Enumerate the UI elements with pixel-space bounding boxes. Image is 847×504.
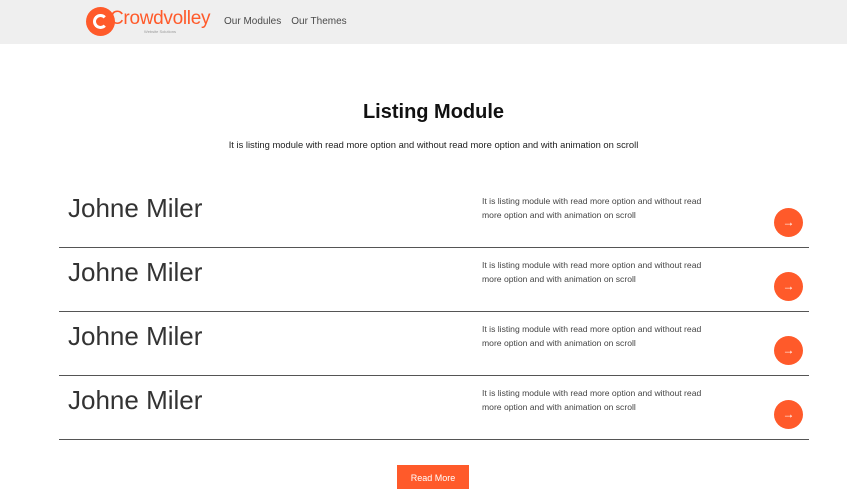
arrow-right-icon[interactable]: → [774, 208, 803, 237]
page-title: Listing Module [362, 101, 505, 123]
list-item-description: It is listing module with read more opti… [482, 196, 702, 220]
page-subtitle: It is listing module with read more opti… [228, 139, 639, 150]
read-more-button[interactable]: Read More [397, 465, 469, 489]
nav-our-modules[interactable]: Our Modules [224, 15, 281, 29]
arrow-right-icon[interactable]: → [774, 272, 803, 301]
listing-list: Johne Miler It is listing module with re… [59, 184, 809, 440]
arrow-right-icon[interactable]: → [774, 400, 803, 429]
list-item: Johne Miler It is listing module with re… [59, 184, 809, 248]
list-item-description: It is listing module with read more opti… [482, 260, 702, 284]
list-item-name: Johne Miler [68, 193, 203, 223]
logo-tagline: Website Solutions [144, 29, 176, 34]
list-item: Johne Miler It is listing module with re… [59, 312, 809, 376]
list-item: Johne Miler It is listing module with re… [59, 248, 809, 312]
logo-text: Crowdvolley [110, 8, 211, 29]
list-item-description: It is listing module with read more opti… [482, 388, 702, 412]
main-nav: Our Modules Our Themes [224, 15, 347, 29]
list-item-name: Johne Miler [68, 257, 203, 287]
list-item-name: Johne Miler [68, 385, 203, 415]
list-item: Johne Miler It is listing module with re… [59, 376, 809, 440]
top-header: Crowdvolley Website Solutions Our Module… [0, 0, 847, 44]
list-item-description: It is listing module with read more opti… [482, 324, 702, 348]
list-item-name: Johne Miler [68, 321, 203, 351]
arrow-right-icon[interactable]: → [774, 336, 803, 365]
brand-logo[interactable]: Crowdvolley Website Solutions [86, 7, 210, 37]
nav-our-themes[interactable]: Our Themes [291, 15, 346, 29]
